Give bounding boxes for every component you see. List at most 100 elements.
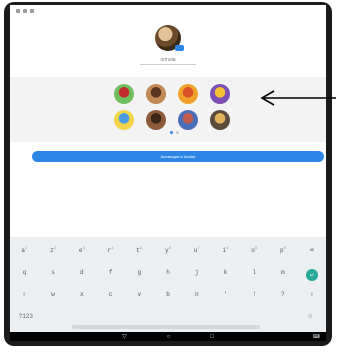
key-label: b: [166, 291, 170, 298]
key-5[interactable]: y6: [154, 247, 183, 254]
key-label: h: [166, 269, 170, 276]
key-3[interactable]: c: [96, 291, 125, 298]
key-hint: 9: [254, 247, 258, 251]
key-hint: 5: [139, 247, 143, 251]
key-0[interactable]: ⇧: [10, 291, 39, 298]
key-label: ⌫: [309, 247, 314, 254]
key-label: f: [108, 269, 113, 276]
symbols-key[interactable]: ?123: [10, 313, 42, 320]
key-label: l: [252, 269, 257, 276]
screen: orinoia Анимация и Avatar а1 z2 е3 r4 t5 y6 u7…: [10, 5, 326, 341]
key-4[interactable]: t5: [125, 247, 154, 254]
key-label: n: [194, 291, 199, 298]
key-8[interactable]: o9: [240, 247, 269, 254]
key-6[interactable]: u7: [182, 247, 211, 254]
key-7[interactable]: ': [211, 291, 240, 298]
brown-avatar-icon[interactable]: [146, 110, 166, 130]
key-0[interactable]: q: [10, 269, 39, 281]
key-5[interactable]: h: [154, 269, 183, 281]
key-label: j: [194, 269, 199, 276]
status-bar: [10, 5, 326, 17]
girl-avatar-icon[interactable]: [146, 84, 166, 104]
key-label: ↵: [305, 269, 318, 281]
keyboard-row-2: q s d f g h j k l m ↵: [10, 269, 326, 281]
back-icon[interactable]: ▽: [122, 333, 127, 340]
key-hint: 8: [226, 247, 229, 251]
key-1[interactable]: w: [39, 291, 68, 298]
fox-avatar-icon[interactable]: [178, 84, 198, 104]
key-4[interactable]: g: [125, 269, 154, 281]
edit-badge-icon[interactable]: [175, 45, 184, 51]
selected-avatar[interactable]: [155, 25, 184, 51]
key-label: g: [137, 269, 142, 276]
key-2[interactable]: d: [67, 269, 96, 281]
mario-avatar-icon[interactable]: [114, 84, 134, 104]
key-label: c: [108, 291, 113, 298]
key-label: v: [137, 291, 142, 298]
key-label: k: [223, 269, 228, 276]
emoji-key[interactable]: ☺: [294, 313, 326, 320]
key-hint: 0: [283, 247, 286, 251]
page-dot: [170, 131, 173, 134]
key-hint: 4: [111, 247, 114, 251]
key-9[interactable]: ?: [269, 291, 298, 298]
key-7[interactable]: i8: [211, 247, 240, 254]
key-8[interactable]: !: [240, 291, 269, 298]
navigation-bar: ▽ ○ □ ⌨: [10, 332, 326, 341]
key-6[interactable]: j: [182, 269, 211, 281]
key-label: w: [51, 291, 55, 298]
key-8[interactable]: l: [240, 269, 269, 281]
key-label: s: [51, 269, 55, 276]
enter-key[interactable]: ↵: [297, 269, 326, 281]
key-2[interactable]: е3: [67, 247, 96, 254]
key-10[interactable]: ⇧: [297, 291, 326, 298]
key-0[interactable]: а1: [10, 247, 39, 254]
key-3[interactable]: f: [96, 269, 125, 281]
key-label: ⇧: [309, 291, 314, 298]
purple-avatar-icon[interactable]: [210, 84, 230, 104]
key-label: !: [252, 291, 257, 298]
key-label: ?: [281, 291, 285, 298]
avatar-grid: [114, 84, 252, 130]
recents-icon[interactable]: □: [210, 334, 214, 340]
keyboard-row-4: ?123 ☺: [10, 313, 326, 320]
key-hint: 1: [24, 247, 28, 251]
key-hint: 3: [82, 247, 85, 251]
key-1[interactable]: s: [39, 269, 68, 281]
key-label: ⇧: [22, 291, 27, 298]
continue-button[interactable]: Анимация и Avatar: [32, 151, 324, 162]
page-indicator: [170, 131, 179, 134]
home-icon[interactable]: ○: [167, 334, 171, 340]
key-label: d: [80, 269, 84, 276]
key-2[interactable]: x: [67, 291, 96, 298]
key-1[interactable]: z2: [39, 247, 68, 254]
key-5[interactable]: b: [154, 291, 183, 298]
dark-avatar-icon[interactable]: [210, 110, 230, 130]
key-3[interactable]: r4: [96, 247, 125, 254]
key-4[interactable]: v: [125, 291, 154, 298]
blonde-avatar-icon[interactable]: [114, 110, 134, 130]
key-hint: 2: [53, 247, 57, 251]
key-7[interactable]: k: [211, 269, 240, 281]
profile-section: orinoia: [10, 25, 326, 65]
notification-icon: [30, 9, 34, 13]
notification-icons: [16, 9, 34, 13]
keyboard-row-1: а1 z2 е3 r4 t5 y6 u7 i8 o9 p0 ⌫: [10, 247, 326, 254]
page-dot: [176, 131, 179, 134]
key-9[interactable]: p0: [269, 247, 298, 254]
keyboard-icon[interactable]: ⌨: [313, 334, 320, 340]
key-10[interactable]: ⌫: [297, 247, 326, 254]
key-9[interactable]: m: [269, 269, 298, 281]
key-label: ': [223, 291, 228, 298]
eye-avatar-icon[interactable]: [178, 110, 198, 130]
key-label: x: [80, 291, 84, 298]
notification-icon: [23, 9, 27, 13]
key-6[interactable]: n: [182, 291, 211, 298]
soft-keyboard: а1 z2 е3 r4 t5 y6 u7 i8 o9 p0 ⌫ q s d f g h j k l m ↵ ⇧ w x c v b…: [10, 237, 326, 332]
name-input[interactable]: orinoia: [140, 57, 196, 65]
keyboard-row-3: ⇧ w x c v b n '!? ⇧: [10, 291, 326, 298]
tablet-frame: orinoia Анимация и Avatar а1 z2 е3 r4 t5 y6 u7…: [4, 2, 332, 346]
key-hint: 6: [168, 247, 172, 251]
key-hint: 7: [197, 247, 200, 251]
space-bar[interactable]: [72, 325, 260, 329]
